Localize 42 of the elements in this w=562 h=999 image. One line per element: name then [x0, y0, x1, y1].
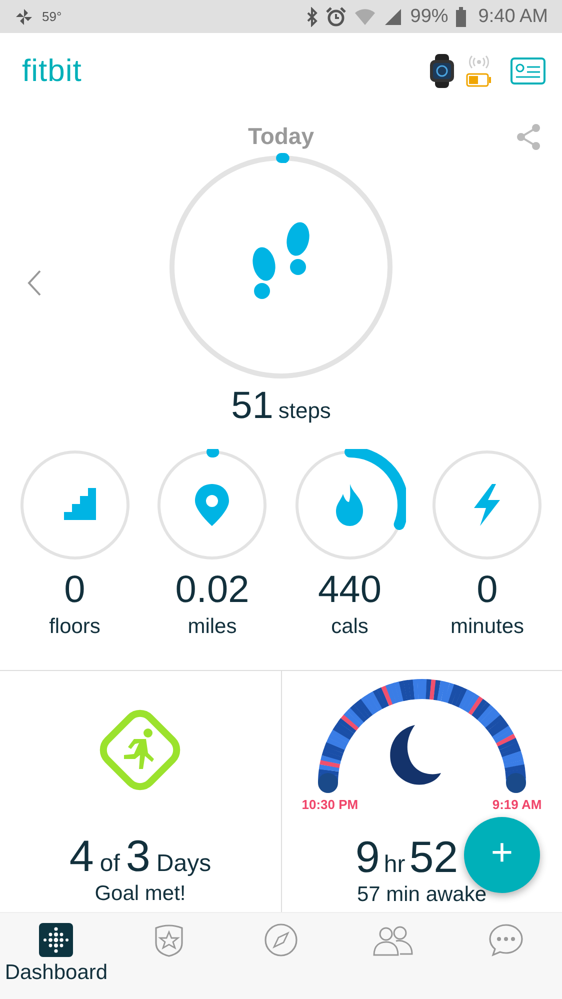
stat-value: 440: [318, 569, 382, 611]
stat-value: 0: [476, 569, 498, 611]
stat-label: minutes: [450, 615, 524, 639]
hours-label: hr: [384, 851, 406, 879]
exercise-tile[interactable]: 4 of 3 Days Goal met!: [0, 671, 280, 912]
sleep-hours: 9: [355, 834, 380, 882]
wake-time-label: 9:19 AM: [492, 797, 542, 812]
temperature-text: 59°: [42, 9, 62, 24]
pinwheel-icon: [14, 6, 34, 26]
goal-status: Goal met!: [94, 881, 186, 907]
app-logo: fitbit: [22, 53, 82, 89]
nav-tab[interactable]: Dashboard: [0, 913, 112, 999]
back-chevron-icon[interactable]: [26, 269, 42, 297]
battery-percent: 99%: [410, 6, 448, 28]
profile-card-icon[interactable]: [510, 57, 546, 85]
dashboard-icon: [39, 923, 74, 957]
exercise-goal-count: 3: [126, 833, 150, 881]
wifi-icon: [354, 6, 376, 26]
compass-icon: [264, 923, 298, 957]
signal-icon: [384, 8, 402, 26]
moon-icon: [390, 725, 441, 785]
alarm-icon: [326, 6, 346, 26]
bluetooth-icon: [306, 6, 318, 26]
days-label: Days: [156, 850, 212, 878]
chat-bubble-icon: [488, 923, 524, 957]
broadcast-icon: [468, 55, 490, 69]
bedtime-label: 10:30 PM: [302, 797, 358, 812]
stat-value: 0.02: [175, 569, 250, 611]
battery-icon: [466, 73, 492, 87]
steps-label: steps: [278, 398, 331, 424]
stat-label: cals: [331, 615, 368, 639]
battery-icon: [456, 6, 466, 26]
steps-count: 51: [231, 385, 274, 428]
clock-time: 9:40 AM: [478, 6, 548, 28]
stat-label: miles: [188, 615, 237, 639]
of-label: of: [100, 850, 120, 878]
date-title: Today: [248, 123, 314, 150]
share-icon[interactable]: [516, 123, 542, 151]
sleep-minutes: 52: [409, 834, 458, 882]
stat-value: 0: [64, 569, 86, 611]
stat-label: floors: [49, 615, 100, 639]
exercise-days-count: 4: [69, 833, 94, 881]
